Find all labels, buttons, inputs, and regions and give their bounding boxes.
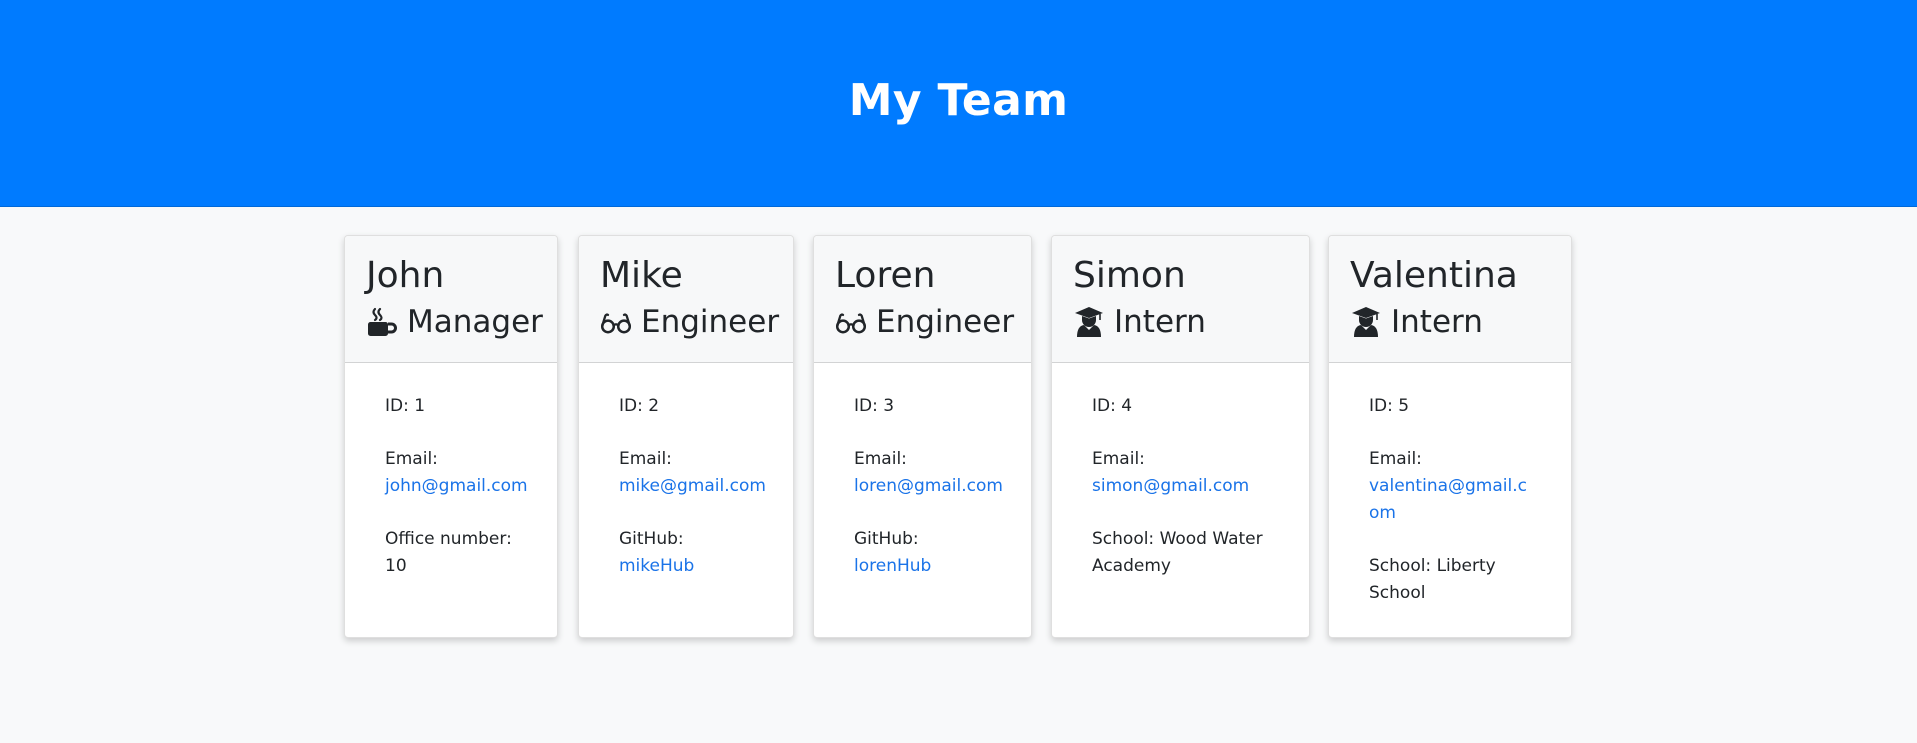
card-body: ID: 2 Email: mike@gmail.com GitHub: mike… — [579, 363, 769, 580]
office-number-value: 10 — [385, 556, 407, 576]
glasses-icon — [835, 306, 867, 338]
employee-id: ID: 1 — [385, 396, 426, 416]
office-number: Office number: 10 — [385, 526, 535, 580]
card-body: ID: 3 Email: loren@gmail.com GitHub: lor… — [814, 363, 1004, 580]
employee-id: ID: 2 — [619, 396, 660, 416]
card-header: Mike Engineer — [579, 236, 793, 363]
card-body: ID: 4 Email: simon@gmail.com School: Woo… — [1052, 363, 1282, 580]
employee-role: Intern — [1073, 302, 1309, 342]
github-label: GitHub: — [619, 529, 684, 549]
email-link[interactable]: simon@gmail.com — [1092, 476, 1249, 496]
email-link[interactable]: valentina@gmail.com — [1369, 476, 1527, 523]
employee-name: Mike — [600, 255, 683, 296]
page-title: My Team — [848, 74, 1069, 126]
graduate-icon — [1073, 306, 1105, 338]
page-header: My Team — [0, 0, 1917, 207]
card-body: ID: 5 Email: valentina@gmail.com School:… — [1329, 363, 1534, 607]
employee-name: John — [366, 255, 445, 296]
card-header: John Manager — [345, 236, 557, 363]
employee-name: Loren — [835, 255, 936, 296]
glasses-icon — [600, 306, 632, 338]
employee-id: ID: 3 — [854, 396, 895, 416]
office-number-label: Office number: — [385, 529, 512, 549]
card-header: Simon Intern — [1052, 236, 1309, 363]
graduate-icon — [1350, 306, 1382, 338]
employee-role: Intern — [1350, 302, 1571, 342]
employee-card-mike: Mike Engineer ID: 2 Email: mike@gmail.co… — [578, 235, 794, 638]
employee-email: Email: simon@gmail.com — [1092, 446, 1282, 500]
card-body: ID: 1 Email: john@gmail.com Office numbe… — [345, 363, 535, 580]
employee-email: Email: valentina@gmail.com — [1369, 446, 1534, 527]
role-label: Intern — [1114, 304, 1206, 340]
github-link[interactable]: lorenHub — [854, 556, 931, 576]
employee-name: Valentina — [1350, 255, 1518, 296]
role-label: Engineer — [876, 304, 1015, 340]
role-label: Intern — [1391, 304, 1483, 340]
role-label: Manager — [407, 304, 543, 340]
email-label: Email: — [385, 449, 438, 469]
role-label: Engineer — [641, 304, 780, 340]
school: School: Wood Water Academy — [1092, 529, 1263, 576]
employee-id: ID: 5 — [1369, 396, 1410, 416]
github-link[interactable]: mikeHub — [619, 556, 694, 576]
employee-role: Engineer — [600, 302, 793, 342]
employee-card-loren: Loren Engineer ID: 3 Email: loren@gmail.… — [813, 235, 1032, 638]
school: School: Liberty School — [1369, 556, 1496, 603]
email-label: Email: — [619, 449, 672, 469]
email-link[interactable]: loren@gmail.com — [854, 476, 1003, 496]
email-label: Email: — [1092, 449, 1145, 469]
employee-role: Manager — [366, 302, 557, 342]
employee-card-valentina: Valentina Intern ID: 5 Email: valentina@… — [1328, 235, 1572, 638]
coffee-icon — [366, 306, 398, 338]
employee-email: Email: mike@gmail.com — [619, 446, 769, 500]
github: GitHub: lorenHub — [854, 526, 1004, 580]
card-header: Valentina Intern — [1329, 236, 1571, 363]
email-link[interactable]: john@gmail.com — [385, 476, 528, 496]
github-label: GitHub: — [854, 529, 919, 549]
employee-name: Simon — [1073, 255, 1186, 296]
employee-card-john: John Manager ID: 1 Email: john@gmail.com… — [344, 235, 558, 638]
employee-card-simon: Simon Intern ID: 4 Email: simon@gmail.co… — [1051, 235, 1310, 638]
employee-id: ID: 4 — [1092, 396, 1133, 416]
employee-role: Engineer — [835, 302, 1031, 342]
email-label: Email: — [854, 449, 907, 469]
email-link[interactable]: mike@gmail.com — [619, 476, 766, 496]
employee-email: Email: loren@gmail.com — [854, 446, 1004, 500]
github: GitHub: mikeHub — [619, 526, 769, 580]
card-header: Loren Engineer — [814, 236, 1031, 363]
email-label: Email: — [1369, 449, 1422, 469]
employee-email: Email: john@gmail.com — [385, 446, 535, 500]
